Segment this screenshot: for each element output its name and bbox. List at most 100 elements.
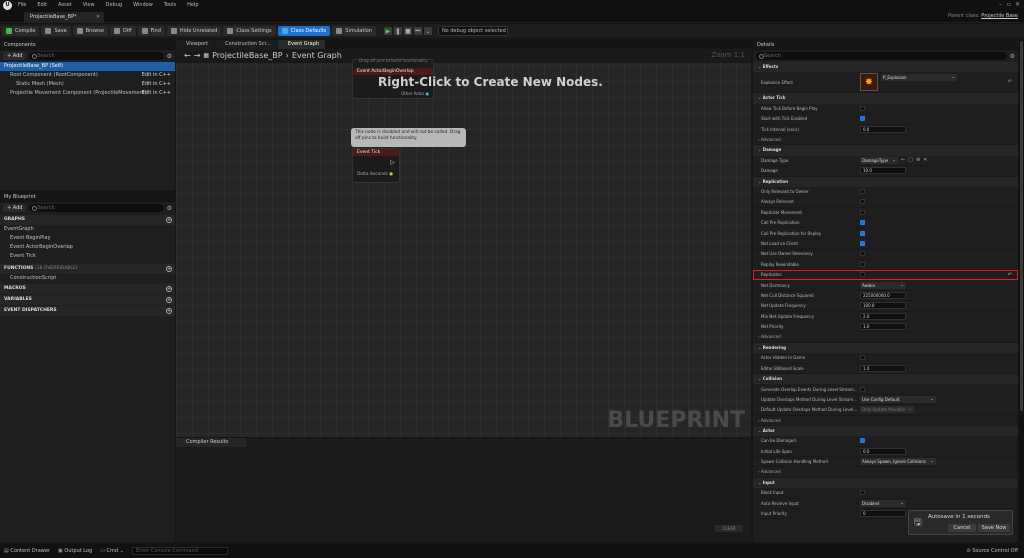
cmd-dropdown[interactable]: ▭ Cmd ⌄	[100, 548, 124, 554]
menu-view[interactable]: View	[83, 2, 95, 8]
forward-arrow-icon[interactable]: →	[194, 50, 201, 62]
advanced-expander[interactable]: › Advanced	[753, 135, 1018, 146]
macros-section[interactable]: MACROS +	[0, 284, 175, 294]
menu-file[interactable]: File	[18, 2, 26, 8]
graphs-section[interactable]: GRAPHS +	[0, 215, 175, 225]
close-window-icon[interactable]: ✕	[1015, 1, 1020, 8]
property-number-input[interactable]: 225000000.0	[860, 292, 906, 299]
event-dispatchers-section[interactable]: EVENT DISPATCHERS +	[0, 306, 175, 316]
maximize-icon[interactable]: ▫	[1007, 1, 1011, 8]
details-search-input[interactable]: Search	[756, 52, 1007, 60]
property-number-input[interactable]: 0.0	[860, 447, 906, 455]
event-item[interactable]: Event BeginPlay	[0, 234, 175, 243]
property-checkbox[interactable]	[860, 386, 865, 392]
property-number-input[interactable]: 100.0	[860, 302, 906, 310]
menu-debug[interactable]: Debug	[106, 2, 122, 8]
node-event-tick[interactable]: Event Tick ▷ Delta Seconds ●	[352, 148, 400, 183]
event-graph-item[interactable]: EventGraph	[0, 225, 175, 234]
property-dropdown[interactable]: Always Spawn, Ignore Collisions	[860, 457, 936, 466]
property-checkbox[interactable]	[860, 251, 865, 257]
property-number-input[interactable]: 1.0	[860, 323, 906, 331]
graph-canvas[interactable]: ← → ▦ ProjectileBase_BP › Event Graph Zo…	[176, 49, 751, 437]
explosion-thumbnail-icon[interactable]: ✸	[860, 73, 878, 92]
menu-asset[interactable]: Asset	[58, 2, 72, 8]
property-checkbox[interactable]	[860, 105, 865, 111]
property-number-input[interactable]: 0.0	[860, 125, 906, 133]
property-checkbox[interactable]	[860, 355, 865, 361]
hide-unrelated-button[interactable]: Hide Unrelated	[166, 26, 222, 36]
tab-event-graph[interactable]: Event Graph	[277, 40, 326, 49]
details-section-header[interactable]: ⌄ Collision	[753, 373, 1018, 385]
autosave-save-now-button[interactable]: Save Now	[978, 524, 1010, 532]
node-pin[interactable]: Other Actor ●	[401, 91, 429, 96]
edit-in-cpp-link[interactable]: Edit in C++	[142, 89, 171, 98]
property-number-input[interactable]: 0	[860, 510, 906, 518]
parent-class-link[interactable]: Projectile Base	[981, 13, 1018, 19]
browse-folder-icon[interactable]: ▢	[908, 157, 913, 163]
console-input[interactable]: Enter Console Command	[131, 547, 228, 555]
simulation-button[interactable]: Simulation	[332, 26, 376, 36]
settings-icon[interactable]: ⚙	[1010, 53, 1015, 60]
clear-button[interactable]: CLEAR	[715, 525, 743, 532]
details-scrollbar[interactable]	[1019, 40, 1024, 542]
property-number-input[interactable]: 10.0	[860, 167, 906, 175]
property-number-input[interactable]: 2.0	[860, 312, 906, 320]
property-dropdown[interactable]: Disabled	[860, 499, 906, 507]
add-icon[interactable]: ⊕	[916, 157, 920, 163]
component-row-root[interactable]: Root Component (RootComponent) Edit in C+…	[0, 71, 175, 80]
settings-icon[interactable]: ⚙	[167, 53, 172, 60]
details-section-header[interactable]: ⌄ Rendering	[753, 342, 1018, 354]
property-checkbox[interactable]	[860, 199, 865, 205]
asset-picker-dropdown[interactable]: P_Explosion	[881, 73, 957, 82]
component-row-mesh[interactable]: Static Mesh (Mesh) Edit in C++	[0, 80, 175, 89]
menu-help[interactable]: Help	[187, 2, 198, 8]
add-dispatcher-icon[interactable]: +	[166, 308, 172, 314]
debug-object-select[interactable]: No debug object selected	[437, 26, 508, 36]
component-row-movement[interactable]: Projectile Movement Component (Projectil…	[0, 89, 175, 98]
details-section-header[interactable]: ⌄ Actor	[753, 425, 1018, 437]
edit-in-cpp-link[interactable]: Edit in C++	[142, 80, 171, 89]
add-component-button[interactable]: + Add	[3, 52, 27, 60]
property-checkbox[interactable]	[860, 241, 865, 247]
find-button[interactable]: Find	[137, 26, 165, 36]
variables-section[interactable]: VARIABLES +	[0, 295, 175, 305]
property-checkbox[interactable]	[860, 220, 865, 226]
class-settings-button[interactable]: Class Settings	[223, 26, 276, 36]
source-control-button[interactable]: ⊘ Source Control Off	[966, 548, 1018, 554]
settings-icon[interactable]: ⚙	[167, 205, 172, 212]
pause-button[interactable]: ❚	[393, 27, 402, 35]
reset-to-default-icon[interactable]: ↶	[1008, 272, 1012, 278]
add-member-button[interactable]: + Add	[3, 204, 27, 212]
output-log-button[interactable]: ▣ Output Log	[58, 548, 92, 554]
autosave-cancel-button[interactable]: Cancel	[948, 524, 976, 532]
tab-viewport[interactable]: Viewport	[176, 40, 215, 49]
property-dropdown[interactable]: Use Config Default	[860, 395, 936, 403]
edit-in-cpp-link[interactable]: Edit in C++	[142, 71, 171, 80]
exec-pin-icon[interactable]: ▷	[390, 159, 395, 166]
damage-type-dropdown[interactable]: DamageType	[860, 156, 898, 164]
close-tab-icon[interactable]: ✕	[96, 12, 100, 23]
diff-button[interactable]: Diff	[109, 26, 136, 36]
tab-construction-script[interactable]: Construction Scr...	[215, 40, 277, 49]
unreal-logo-icon[interactable]: U	[3, 0, 12, 10]
functions-section[interactable]: FUNCTIONS (18 OVERRIDABLE) +	[0, 264, 175, 274]
property-checkbox[interactable]	[860, 272, 865, 278]
scrollbar-thumb[interactable]	[1020, 41, 1023, 411]
details-section-header[interactable]: ⌄ Replication	[753, 176, 1018, 187]
add-function-icon[interactable]: +	[166, 266, 172, 272]
details-section-header[interactable]: ⌄ Effects	[753, 62, 1018, 73]
content-drawer-button[interactable]: ▤ Content Drawer	[4, 548, 50, 554]
clear-icon[interactable]: ✕	[923, 157, 927, 163]
property-checkbox[interactable]	[860, 209, 865, 215]
debug-options-button[interactable]: ⌄	[423, 27, 432, 35]
class-defaults-button[interactable]: Class Defaults	[277, 26, 331, 36]
advanced-expander[interactable]: › Advanced	[753, 416, 1018, 426]
reset-to-default-icon[interactable]: ↶	[1008, 79, 1012, 85]
save-button[interactable]: Save	[41, 26, 71, 36]
stop-button[interactable]: ■	[403, 27, 412, 35]
add-graph-icon[interactable]: +	[166, 217, 172, 223]
property-checkbox[interactable]	[860, 261, 865, 267]
back-arrow-icon[interactable]: ←	[184, 50, 191, 62]
menu-tools[interactable]: Tools	[164, 2, 176, 8]
my-blueprint-search-input[interactable]: Search	[29, 204, 164, 212]
